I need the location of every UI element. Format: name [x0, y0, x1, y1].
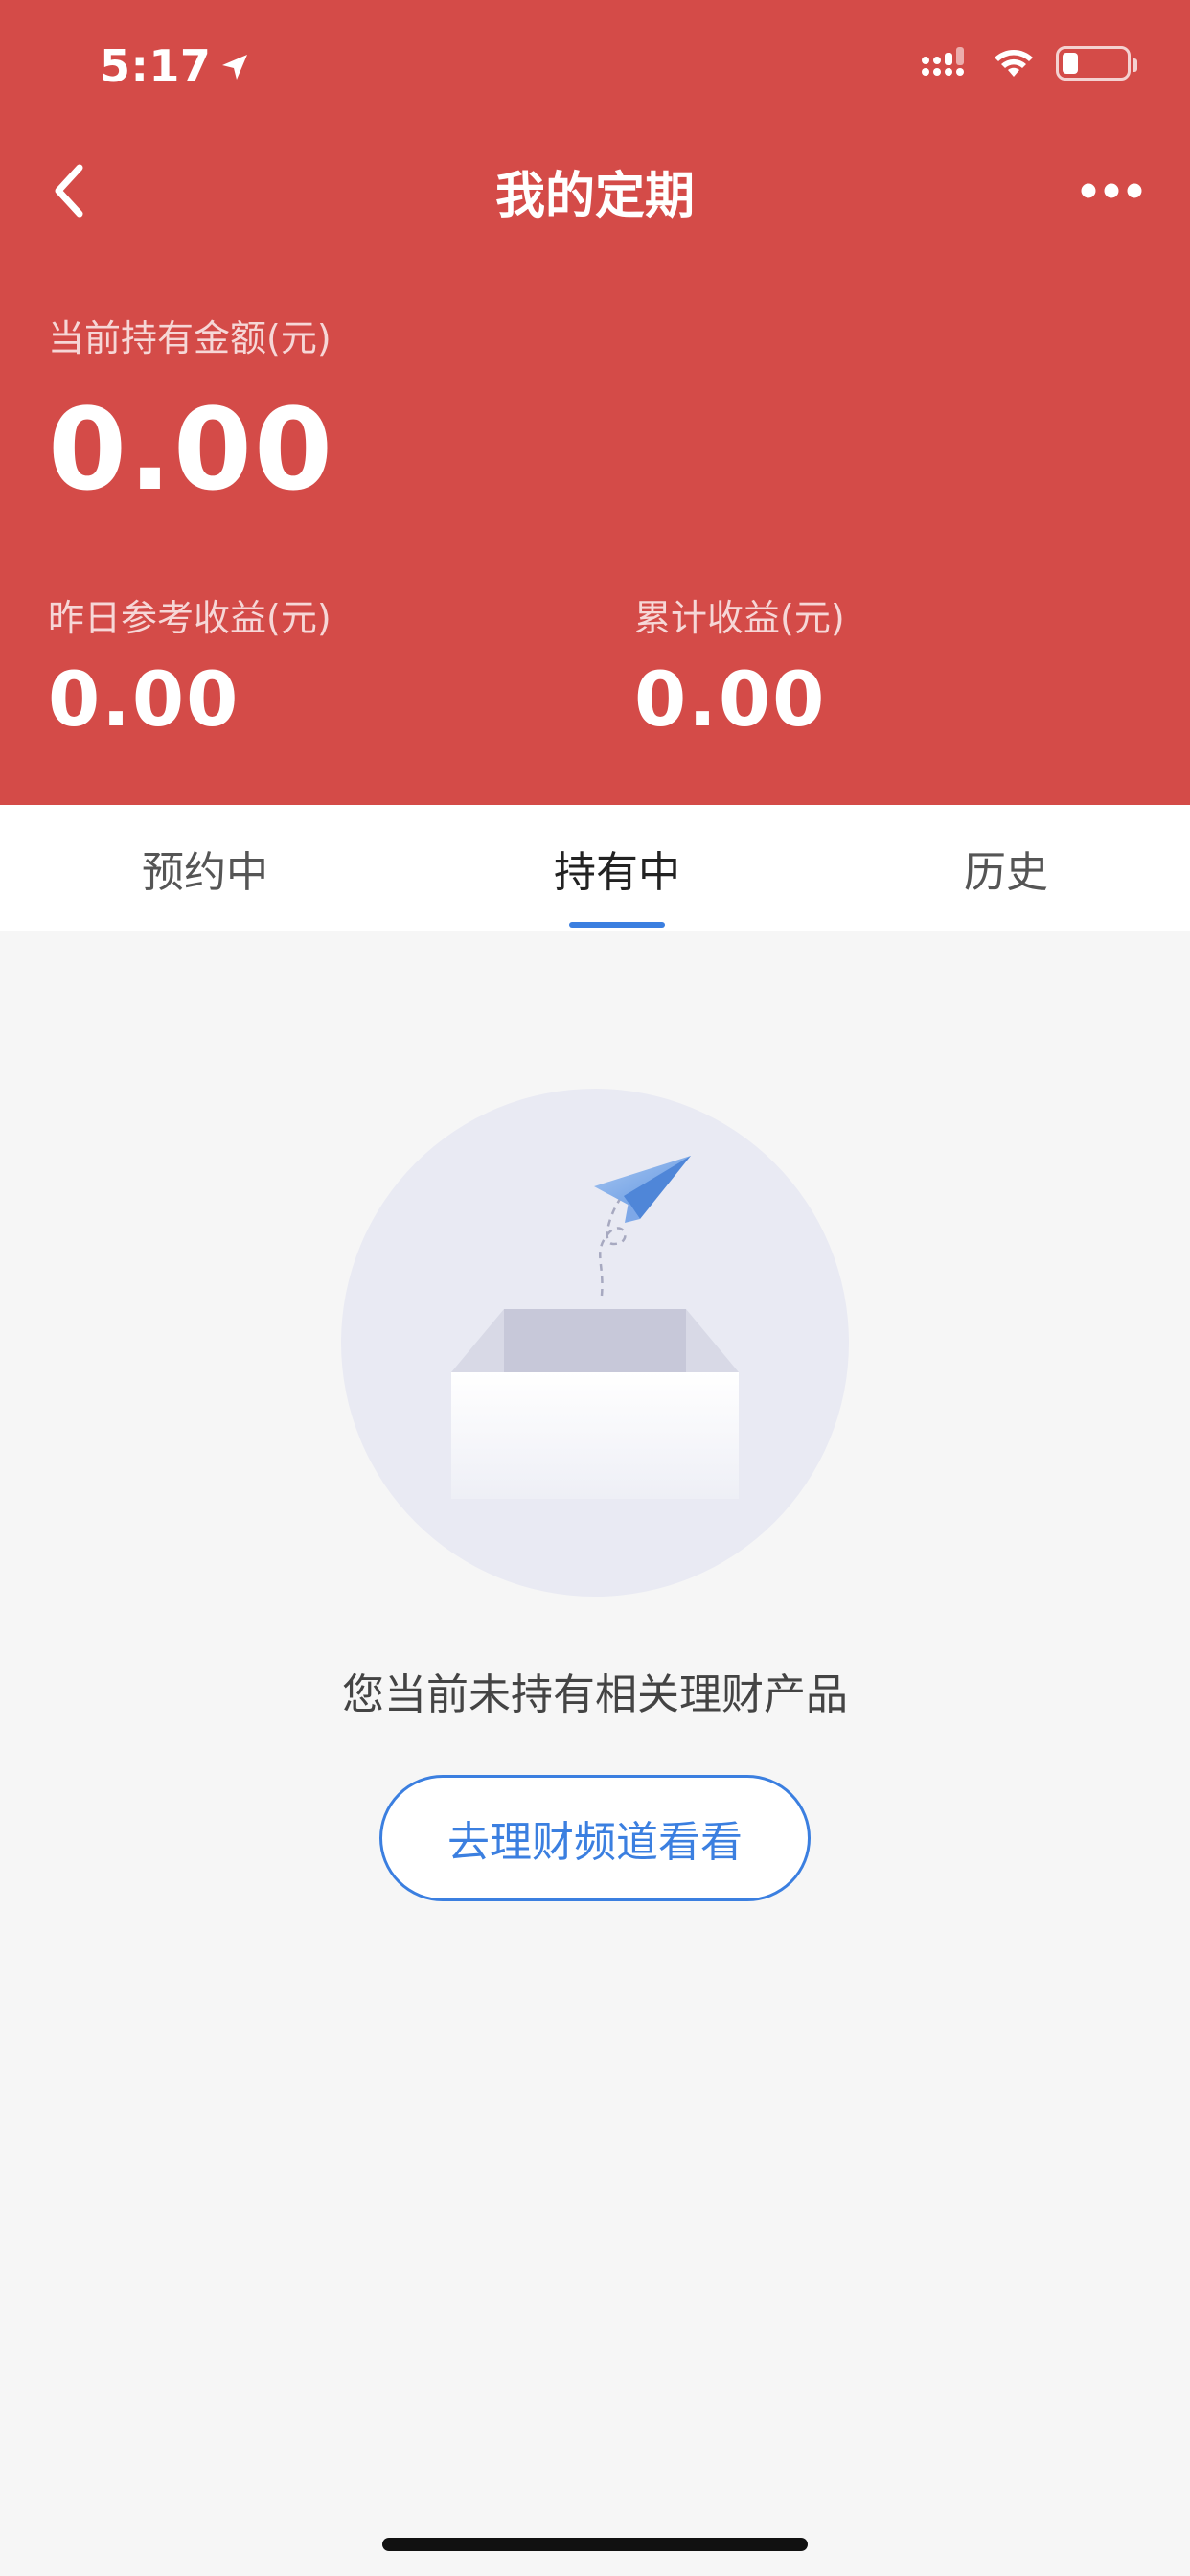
- tab-bar: 预约中 持有中 历史: [0, 805, 1190, 932]
- holding-amount-value: 0.00: [48, 383, 335, 516]
- tab-history[interactable]: 历史: [910, 805, 1102, 932]
- more-horizontal-icon: [1080, 182, 1143, 203]
- battery-icon: [1056, 46, 1137, 80]
- location-arrow-icon: [220, 40, 249, 92]
- summary-header: 5:17 我的定期 当前持有金额(元) 0.00 昨日参考收益(元) 0.00 …: [0, 0, 1190, 805]
- more-button[interactable]: [1071, 159, 1152, 226]
- page-title: 我的定期: [494, 168, 695, 225]
- status-indicators: [920, 44, 1137, 82]
- cumulative-earnings-label: 累计收益(元): [634, 597, 845, 639]
- wifi-icon: [991, 44, 1037, 82]
- home-indicator: [382, 2538, 808, 2551]
- yesterday-earnings-label: 昨日参考收益(元): [48, 597, 332, 639]
- status-time: 5:17: [100, 40, 249, 92]
- nav-bar: 我的定期: [0, 144, 1190, 240]
- empty-box-illustration: [341, 1089, 849, 1597]
- active-tab-indicator: [569, 922, 665, 928]
- tab-holding[interactable]: 持有中: [521, 805, 713, 932]
- status-time-text: 5:17: [100, 40, 212, 92]
- go-to-wealth-channel-button[interactable]: 去理财频道看看: [379, 1775, 811, 1901]
- tab-reserved[interactable]: 预约中: [109, 805, 301, 932]
- cellular-signal-icon: [920, 45, 972, 81]
- yesterday-earnings-value: 0.00: [48, 657, 240, 744]
- holding-amount-label: 当前持有金额(元): [48, 317, 332, 359]
- empty-state-message: 您当前未持有相关理财产品: [342, 1670, 848, 1719]
- cumulative-earnings-value: 0.00: [634, 657, 827, 744]
